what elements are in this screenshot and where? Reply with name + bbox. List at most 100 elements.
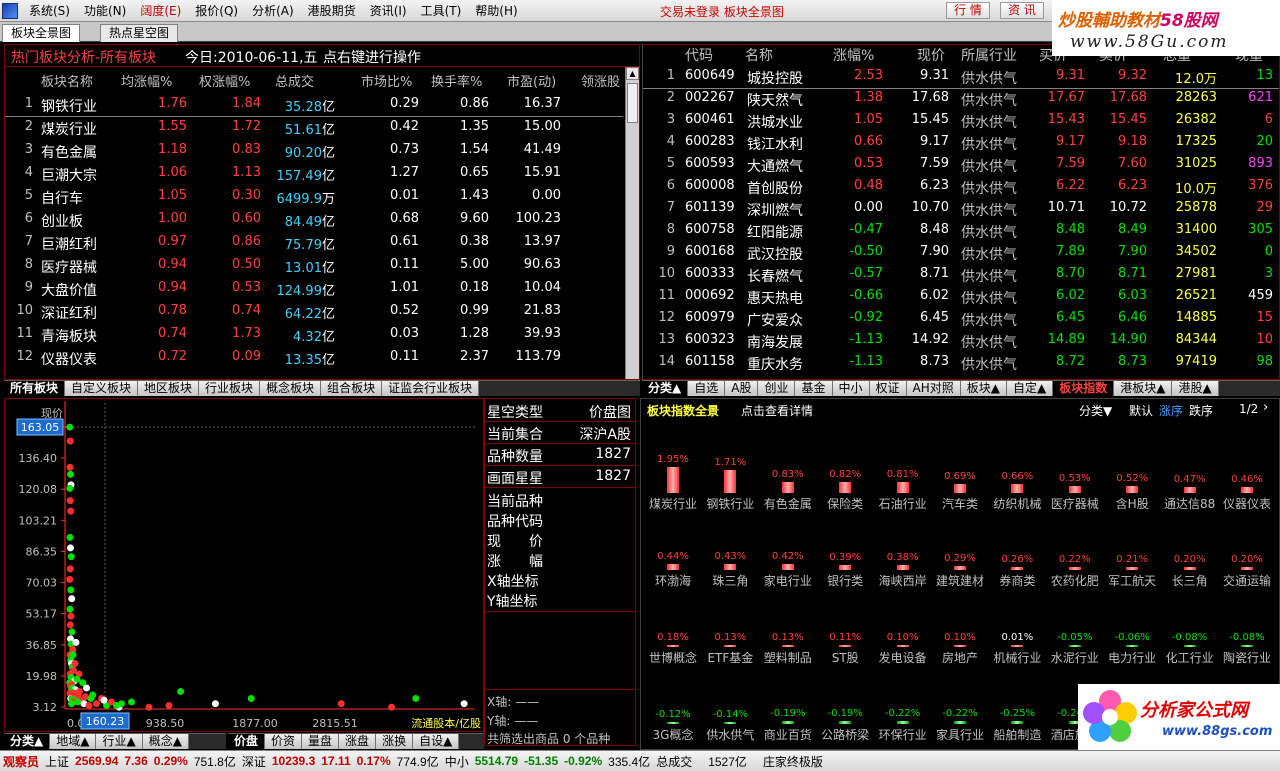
sector-tile[interactable]: -0.08% 化工行业 xyxy=(1160,609,1220,669)
sector-tile[interactable]: 0.69% 汽车类 xyxy=(930,455,990,515)
star-point[interactable] xyxy=(74,698,82,706)
column-header[interactable]: 代码 xyxy=(685,45,713,65)
table-row[interactable]: 10 深证红利 0.78 0.74 64.22亿 0.52 0.99 21.83 xyxy=(5,302,623,324)
sector-tile[interactable]: 0.01% 机械行业 xyxy=(987,609,1047,669)
scroll-thumb[interactable] xyxy=(627,83,638,123)
table-row[interactable]: 7 601139 深圳燃气 0.00 10.70 供水供气 10.71 10.72 25878 2… xyxy=(643,199,1279,221)
star-point[interactable] xyxy=(388,703,396,711)
star-point[interactable] xyxy=(128,698,135,706)
stock-code[interactable]: 002267 xyxy=(685,90,735,105)
menu-item[interactable]: 报价(Q) xyxy=(188,2,245,19)
table-row[interactable]: 3 600461 洪城水业 1.05 15.45 供水供气 15.43 15.45 26382 6 xyxy=(643,111,1279,133)
zx-value[interactable]: 5514.79 xyxy=(472,754,521,768)
mode-tab-0[interactable]: 价盘 xyxy=(228,734,266,749)
column-header[interactable]: 涨幅% xyxy=(833,45,874,65)
table-row[interactable]: 7 巨潮红利 0.97 0.86 75.79亿 0.61 0.38 13.97 xyxy=(5,233,623,255)
stock-code[interactable]: 600333 xyxy=(685,266,735,281)
stock-code[interactable]: 600979 xyxy=(685,310,735,325)
sector-tile[interactable]: 0.29% 建筑建材 xyxy=(930,532,990,592)
sector-tile[interactable]: 0.81% 石油行业 xyxy=(873,455,933,515)
menu-item[interactable]: 分析(A) xyxy=(245,2,301,19)
star-point[interactable] xyxy=(68,595,76,603)
star-point[interactable] xyxy=(87,694,95,702)
sector-tile[interactable]: 0.21% 军工航天 xyxy=(1102,532,1162,592)
sector-tile[interactable]: 0.26% 券商类 xyxy=(987,532,1047,592)
sector-tile[interactable]: -0.19% 商业百货 xyxy=(758,686,818,746)
scroll-up-icon[interactable]: ▲ xyxy=(626,67,639,80)
tab-4[interactable]: 概念板块 xyxy=(260,381,322,396)
tab-0[interactable]: 所有板块 xyxy=(4,381,66,396)
table-row[interactable]: 9 600168 武汉控股 -0.50 7.90 供水供气 7.89 7.90 34502 0 xyxy=(643,243,1279,265)
table-row[interactable]: 3 有色金属 1.18 0.83 90.20亿 0.73 1.54 41.49 xyxy=(5,141,623,163)
stock-name[interactable]: 惠天热电 xyxy=(747,288,803,308)
star-point[interactable] xyxy=(66,497,74,505)
stock-name[interactable]: 大通燃气 xyxy=(747,156,803,176)
table-row[interactable]: 4 600283 钱江水利 0.66 9.17 供水供气 9.17 9.18 17325 20 xyxy=(643,133,1279,155)
star-point[interactable] xyxy=(83,684,90,692)
stock-name[interactable]: 重庆水务 xyxy=(747,354,803,374)
stock-name[interactable]: 南海发展 xyxy=(747,332,803,352)
stock-code[interactable]: 600461 xyxy=(685,112,735,127)
sector-tile[interactable]: 0.82% 保险类 xyxy=(815,455,875,515)
stock-code[interactable]: 600593 xyxy=(685,156,735,171)
market-tab-11[interactable]: 港板块▲ xyxy=(1114,381,1173,396)
table-row[interactable]: 11 青海板块 0.74 1.73 4.32亿 0.03 1.28 39.93 xyxy=(5,325,623,347)
star-point[interactable] xyxy=(71,659,79,667)
sector-name[interactable]: 创业板 xyxy=(41,211,83,231)
stock-name[interactable]: 钱江水利 xyxy=(747,134,803,154)
sector-tile[interactable]: 0.53% 医疗器械 xyxy=(1045,455,1105,515)
mode-tab-2[interactable]: 量盘 xyxy=(302,734,340,749)
sector-tile[interactable]: 0.43% 珠三角 xyxy=(700,532,760,592)
star-point[interactable] xyxy=(66,565,74,573)
sector-tile[interactable]: 0.10% 房地产 xyxy=(930,609,990,669)
sector-tile[interactable]: 0.44% 环渤海 xyxy=(643,532,703,592)
sector-tile[interactable]: 0.38% 海峡西岸 xyxy=(873,532,933,592)
column-header[interactable]: 市场比% xyxy=(361,71,412,90)
sector-tile[interactable]: -0.22% 环保行业 xyxy=(873,686,933,746)
mode-tab-5[interactable]: 自设▲ xyxy=(413,734,460,749)
star-point[interactable] xyxy=(66,437,74,445)
star-point[interactable] xyxy=(67,470,74,478)
table-row[interactable]: 6 600008 首创股份 0.48 6.23 供水供气 6.22 6.23 10.0万 376 xyxy=(643,177,1279,199)
star-point[interactable] xyxy=(67,507,75,515)
sector-name[interactable]: 煤炭行业 xyxy=(41,119,97,139)
star-point[interactable] xyxy=(67,612,75,620)
market-tab-8[interactable]: 板块▲ xyxy=(960,381,1007,396)
sector-tile[interactable]: 0.66% 纺织机械 xyxy=(987,455,1047,515)
star-point[interactable] xyxy=(211,700,219,708)
stock-name[interactable]: 首创股份 xyxy=(747,178,803,198)
market-tab-7[interactable]: AH对照 xyxy=(906,381,961,396)
sector-name[interactable]: 有色金属 xyxy=(41,142,97,162)
next-page-icon[interactable]: › xyxy=(1263,400,1268,415)
star-point[interactable] xyxy=(67,544,74,552)
market-tab-10[interactable]: 板块指数 xyxy=(1053,381,1115,396)
star-point[interactable] xyxy=(337,700,345,708)
sector-scrollbar[interactable]: ▲ xyxy=(625,67,639,379)
table-row[interactable]: 13 600323 南海发展 -1.13 14.92 供水供气 14.89 14.90 8434… xyxy=(643,331,1279,353)
stock-name[interactable]: 广安爱众 xyxy=(747,310,803,330)
tab-3[interactable]: 行业板块 xyxy=(199,381,261,396)
sector-name[interactable]: 钢铁行业 xyxy=(41,96,97,116)
star-point[interactable] xyxy=(73,675,81,683)
star-point[interactable] xyxy=(68,628,76,636)
table-row[interactable]: 8 医疗器械 0.94 0.50 13.01亿 0.11 5.00 90.63 xyxy=(5,256,623,278)
stock-code[interactable]: 601158 xyxy=(685,354,735,369)
sector-tile[interactable]: 0.10% 发电设备 xyxy=(873,609,933,669)
table-row[interactable]: 6 创业板 1.00 0.60 84.49亿 0.68 9.60 100.23 xyxy=(5,210,623,232)
sort-ascending[interactable]: 涨序 xyxy=(1159,402,1183,419)
column-header[interactable]: 权涨幅% xyxy=(199,71,250,90)
star-point[interactable] xyxy=(412,694,420,702)
sz-value[interactable]: 10239.3 xyxy=(269,754,318,768)
sector-tile[interactable]: -0.25% 船舶制造 xyxy=(987,686,1047,746)
star-point[interactable] xyxy=(66,621,74,629)
tab-1[interactable]: 自定义板块 xyxy=(65,381,139,396)
star-point[interactable] xyxy=(66,575,74,583)
stock-name[interactable]: 红阳能源 xyxy=(747,222,803,242)
sector-name[interactable]: 自行车 xyxy=(41,188,83,208)
stock-code[interactable]: 000692 xyxy=(685,288,735,303)
stock-code[interactable]: 600649 xyxy=(685,68,735,83)
column-header[interactable]: 总成交 xyxy=(275,71,314,90)
info-button[interactable]: 资 讯 xyxy=(1000,2,1044,19)
sector-tile[interactable]: -0.12% 3G概念 xyxy=(643,686,703,746)
sector-tile[interactable]: 0.83% 有色金属 xyxy=(758,455,818,515)
